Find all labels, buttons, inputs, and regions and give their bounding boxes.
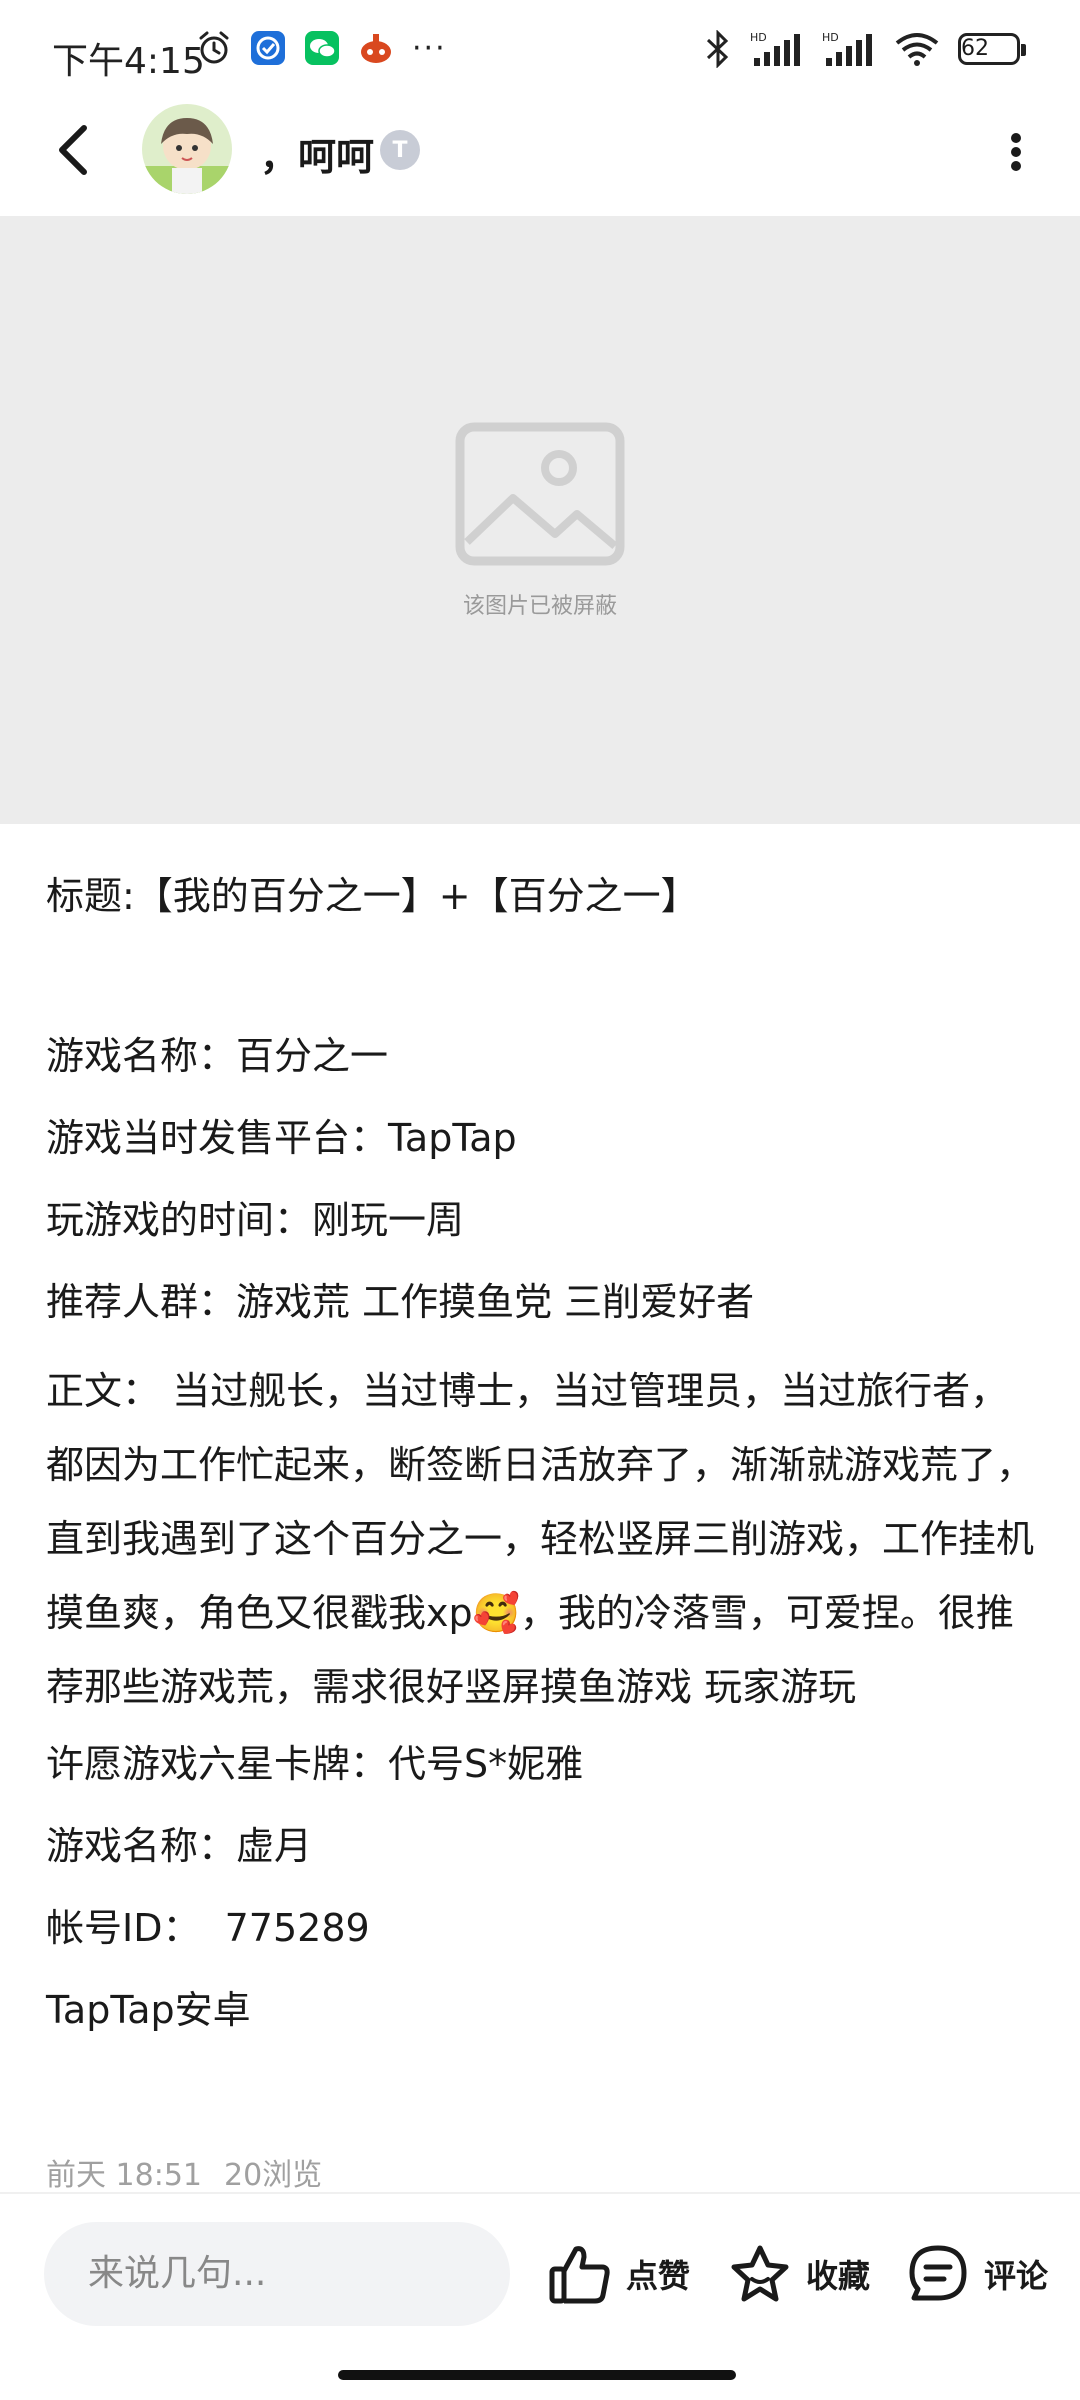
user-level-badge: T bbox=[380, 130, 420, 170]
svg-text:HD: HD bbox=[750, 31, 767, 44]
post-time: 前天 18:51 bbox=[46, 2158, 202, 2193]
post-wish-game: 游戏名称：虚月 bbox=[46, 1824, 313, 1868]
post-game-name: 游戏名称：百分之一 bbox=[46, 1034, 389, 1078]
bluetooth-icon bbox=[704, 30, 732, 68]
status-notification-icons: ··· bbox=[196, 30, 465, 66]
battery-icon: 62 bbox=[958, 33, 1026, 65]
more-options-button[interactable] bbox=[988, 124, 1044, 180]
comment-button[interactable]: 评论 bbox=[906, 2238, 1048, 2310]
like-label: 点赞 bbox=[626, 2257, 691, 2295]
signal-icon: HD bbox=[822, 30, 876, 68]
home-indicator[interactable] bbox=[338, 2370, 736, 2380]
post-play-time: 玩游戏的时间：刚玩一周 bbox=[46, 1198, 465, 1242]
post-wish-card: 许愿游戏六星卡牌：代号S*妮雅 bbox=[46, 1742, 584, 1786]
blocked-image-placeholder[interactable]: 该图片已被屏蔽 bbox=[0, 216, 1080, 824]
wifi-icon bbox=[894, 31, 940, 67]
back-arrow-icon bbox=[59, 125, 87, 175]
signal-icon: HD bbox=[750, 30, 804, 68]
blocked-image-text: 该图片已被屏蔽 bbox=[462, 594, 617, 619]
post-title-line: 标题:【我的百分之一】+【百分之一】 bbox=[46, 874, 699, 918]
post-views: 20浏览 bbox=[224, 2158, 323, 2193]
post-account-id: 帐号ID： 775289 bbox=[46, 1906, 370, 1950]
svg-text:HD: HD bbox=[822, 31, 839, 44]
app-icon bbox=[250, 30, 286, 66]
post-platform: 游戏当时发售平台：TapTap bbox=[46, 1116, 517, 1160]
wechat-icon bbox=[304, 30, 340, 66]
username[interactable]: ，呵呵 bbox=[260, 126, 374, 181]
status-bar: 下午4:15 ··· HD HD 62 bbox=[0, 0, 1080, 110]
more-notifications-icon: ··· bbox=[412, 30, 447, 66]
post-content: 标题:【我的百分之一】+【百分之一】 游戏名称：百分之一 游戏当时发售平台：Ta… bbox=[46, 866, 1036, 2062]
thumbs-up-icon bbox=[549, 2246, 610, 2304]
comment-label: 评论 bbox=[984, 2257, 1049, 2295]
avatar[interactable] bbox=[142, 104, 232, 194]
comment-bubble-icon bbox=[909, 2245, 967, 2301]
favorite-label: 收藏 bbox=[806, 2257, 871, 2295]
alarm-icon bbox=[196, 30, 232, 66]
post-meta: 前天 18:51 20浏览 bbox=[46, 2150, 344, 2194]
like-button[interactable]: 点赞 bbox=[548, 2238, 690, 2310]
post-store: TapTap安卓 bbox=[46, 1988, 251, 2032]
bottom-divider bbox=[0, 2192, 1080, 2194]
more-vertical-icon bbox=[1011, 133, 1021, 171]
comment-input[interactable]: 来说几句... bbox=[44, 2222, 510, 2326]
star-icon bbox=[731, 2245, 789, 2302]
status-time: 下午4:15 bbox=[52, 41, 205, 82]
image-icon bbox=[455, 422, 625, 570]
back-button[interactable] bbox=[42, 118, 106, 182]
post-audience: 推荐人群：游戏荒 工作摸鱼党 三削爱好者 bbox=[46, 1280, 755, 1324]
status-system-icons: HD HD 62 bbox=[686, 30, 1026, 68]
favorite-button[interactable]: 收藏 bbox=[728, 2238, 870, 2310]
game-icon bbox=[358, 30, 394, 66]
top-nav-bar: ，呵呵 T bbox=[0, 100, 1080, 216]
post-body-text: 正文： 当过舰长，当过博士，当过管理员，当过旅行者，都因为工作忙起来，断签断日活… bbox=[46, 1369, 1035, 1709]
